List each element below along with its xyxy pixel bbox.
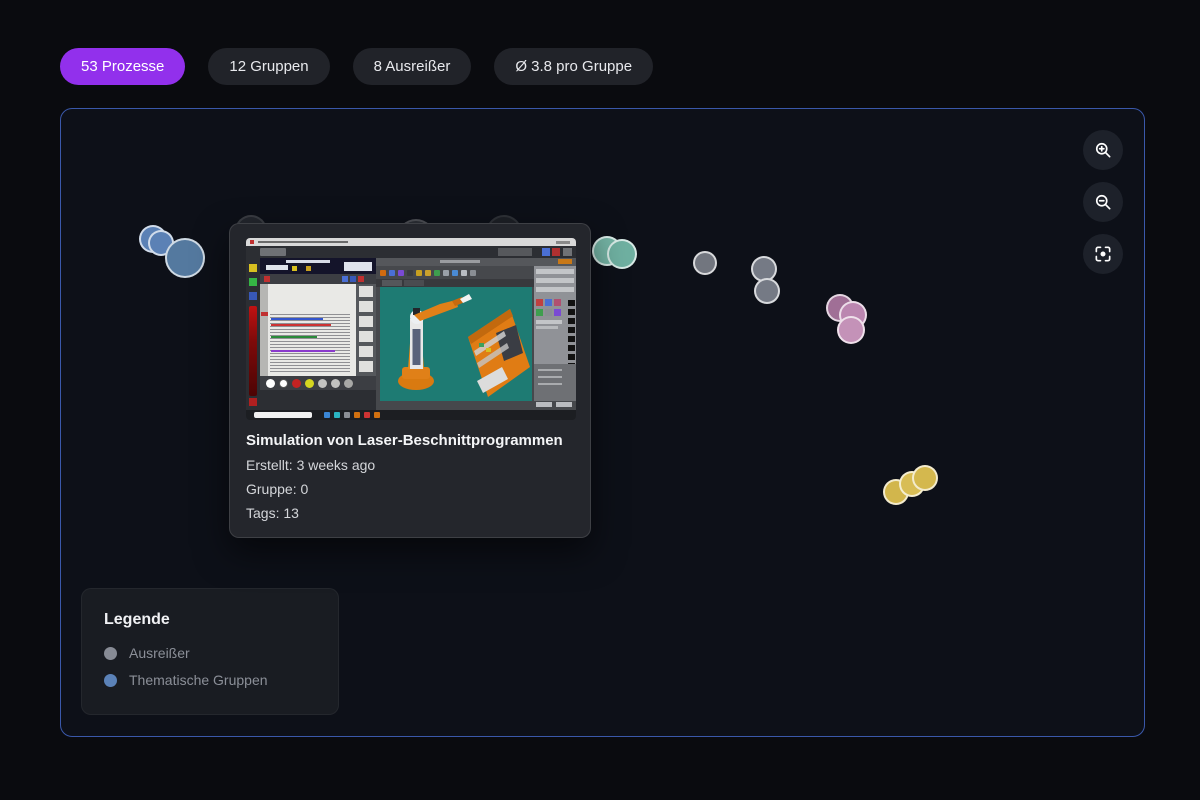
tooltip-title: Simulation von Laser-Beschnittprogrammen xyxy=(246,432,574,449)
legend-item-thematic: Thematische Gruppen xyxy=(104,672,316,688)
legend-item-label: Thematische Gruppen xyxy=(129,672,268,688)
process-thumbnail xyxy=(246,238,576,420)
zoom-in-button[interactable] xyxy=(1083,130,1123,170)
process-tooltip-card: Simulation von Laser-Beschnittprogrammen… xyxy=(229,223,591,538)
thematic-dot-icon xyxy=(104,674,117,687)
stats-bar: 53 Prozesse 12 Gruppen 8 Ausreißer Ø 3.8… xyxy=(60,48,653,85)
badge-processes[interactable]: 53 Prozesse xyxy=(60,48,185,85)
badge-avg-per-group[interactable]: Ø 3.8 pro Gruppe xyxy=(494,48,653,85)
badge-groups[interactable]: 12 Gruppen xyxy=(208,48,329,85)
fit-view-button[interactable] xyxy=(1083,234,1123,274)
robot-graphic xyxy=(380,287,532,401)
legend-item-label: Ausreißer xyxy=(129,645,190,661)
cluster-node[interactable] xyxy=(693,251,717,275)
thumb-3d-viewport xyxy=(380,287,532,401)
cluster-map-panel[interactable]: Simulation von Laser-Beschnittprogrammen… xyxy=(60,108,1145,737)
tooltip-tags: Tags: 13 xyxy=(246,505,574,521)
zoom-out-icon xyxy=(1093,192,1113,212)
legend-box: Legende Ausreißer Thematische Gruppen xyxy=(81,588,339,715)
cluster-node[interactable] xyxy=(607,239,637,269)
app-root: 53 Prozesse 12 Gruppen 8 Ausreißer Ø 3.8… xyxy=(0,0,1200,800)
cluster-node[interactable] xyxy=(912,465,938,491)
legend-title: Legende xyxy=(104,611,316,629)
cluster-node[interactable] xyxy=(754,278,780,304)
cluster-node[interactable] xyxy=(165,238,205,278)
cluster-node[interactable] xyxy=(837,316,865,344)
legend-item-outliers: Ausreißer xyxy=(104,645,316,661)
tooltip-created: Erstellt: 3 weeks ago xyxy=(246,457,574,473)
outlier-dot-icon xyxy=(104,647,117,660)
zoom-out-button[interactable] xyxy=(1083,182,1123,222)
fit-view-icon xyxy=(1093,244,1113,264)
map-controls xyxy=(1083,130,1123,274)
zoom-in-icon xyxy=(1093,140,1113,160)
thumb-taskbar xyxy=(246,410,576,420)
badge-outliers[interactable]: 8 Ausreißer xyxy=(353,48,472,85)
tooltip-group: Gruppe: 0 xyxy=(246,481,574,497)
